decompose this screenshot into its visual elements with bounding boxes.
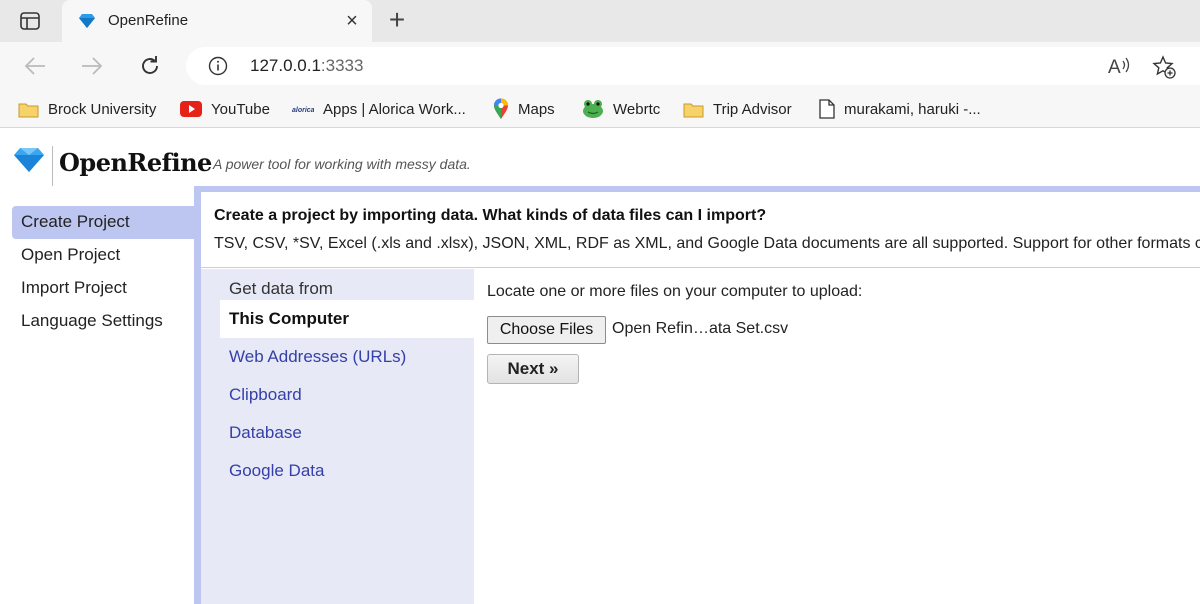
create-project-panel: Create a project by importing data. What… — [194, 186, 1200, 604]
logo-divider — [52, 146, 53, 186]
browser-toolbar: 127.0.0.1:3333 A — [0, 42, 1200, 90]
import-intro: Create a project by importing data. What… — [201, 192, 1200, 268]
source-web-addresses[interactable]: Web Addresses (URLs) — [220, 338, 474, 376]
url-host: 127.0.0.1 — [250, 56, 321, 75]
diamond-icon — [78, 13, 96, 34]
data-source-list: Get data from This Computer Web Addresse… — [201, 269, 474, 604]
bookmark-brock-university[interactable]: Brock University — [18, 98, 156, 120]
next-button[interactable]: Next » — [487, 354, 579, 384]
selected-file-name: Open Refin…ata Set.csv — [612, 320, 789, 337]
upload-pane: Locate one or more files on your compute… — [474, 269, 1200, 604]
bookmark-murakami[interactable]: murakami, haruki -... — [819, 98, 981, 120]
refresh-icon[interactable] — [136, 52, 164, 80]
address-bar[interactable]: 127.0.0.1:3333 A — [186, 47, 1200, 85]
app-tagline: A power tool for working with messy data… — [213, 156, 471, 172]
bookmark-label: Trip Advisor — [713, 100, 792, 118]
bookmark-youtube[interactable]: YouTube — [180, 98, 270, 120]
back-arrow-icon[interactable] — [21, 52, 49, 80]
new-tab-button[interactable]: + — [384, 6, 410, 34]
intro-title: Create a project by importing data. What… — [214, 207, 767, 224]
favorite-star-icon[interactable] — [1152, 55, 1176, 84]
info-icon[interactable] — [208, 56, 228, 76]
panel-body: Create a project by importing data. What… — [201, 192, 1200, 604]
bookmark-label: Maps — [518, 100, 555, 118]
close-icon[interactable]: × — [342, 11, 362, 31]
nav-create-project[interactable]: Create Project — [12, 206, 194, 239]
folder-icon — [683, 101, 704, 118]
bookmark-label: Brock University — [48, 100, 157, 118]
source-this-computer[interactable]: This Computer — [220, 300, 474, 338]
app-name[interactable]: OpenRefine — [59, 148, 212, 177]
alorica-icon: alorica — [292, 103, 314, 115]
document-icon — [819, 99, 835, 119]
upload-label: Locate one or more files on your compute… — [487, 283, 863, 300]
svg-text:A: A — [1108, 57, 1121, 76]
bookmark-maps[interactable]: Maps — [493, 98, 555, 120]
read-aloud-icon[interactable]: A — [1108, 56, 1130, 81]
browser-tab-strip: OpenRefine × + — [0, 0, 1200, 42]
nav-import-project[interactable]: Import Project — [12, 272, 194, 305]
frog-icon — [582, 99, 604, 119]
bookmark-label: murakami, haruki -... — [844, 100, 981, 118]
source-google-data[interactable]: Google Data — [220, 452, 474, 490]
browser-tab-openrefine[interactable]: OpenRefine × — [62, 0, 372, 42]
folder-icon — [18, 101, 39, 118]
url-text: 127.0.0.1:3333 — [250, 56, 363, 76]
source-heading: Get data from — [229, 279, 333, 298]
choose-files-button[interactable]: Choose Files — [487, 316, 606, 344]
forward-arrow-icon[interactable] — [78, 52, 106, 80]
maps-pin-icon — [493, 98, 509, 120]
source-database[interactable]: Database — [220, 414, 474, 452]
intro-description: TSV, CSV, *SV, Excel (.xls and .xlsx), J… — [214, 235, 1200, 252]
main-nav: Create Project Open Project Import Proje… — [0, 186, 194, 604]
tab-title: OpenRefine — [108, 12, 189, 29]
bookmark-trip-advisor[interactable]: Trip Advisor — [683, 98, 792, 120]
tab-actions-icon[interactable] — [12, 8, 48, 34]
bookmark-label: Apps | Alorica Work... — [323, 100, 466, 118]
bookmark-alorica[interactable]: alorica Apps | Alorica Work... — [292, 98, 466, 120]
bookmark-label: Webrtc — [613, 100, 661, 118]
bookmark-webrtc[interactable]: Webrtc — [582, 98, 660, 120]
app-header: OpenRefine A power tool for working with… — [0, 134, 1200, 186]
bookmarks-bar: Brock University YouTube alorica Apps | … — [0, 90, 1200, 128]
bookmark-label: YouTube — [211, 100, 270, 118]
svg-text:alorica: alorica — [292, 107, 314, 114]
source-clipboard[interactable]: Clipboard — [220, 376, 474, 414]
openrefine-logo-icon[interactable] — [13, 147, 45, 178]
url-port: :3333 — [320, 56, 364, 75]
nav-language-settings[interactable]: Language Settings — [12, 305, 194, 338]
nav-open-project[interactable]: Open Project — [12, 239, 194, 272]
youtube-icon — [180, 101, 202, 117]
